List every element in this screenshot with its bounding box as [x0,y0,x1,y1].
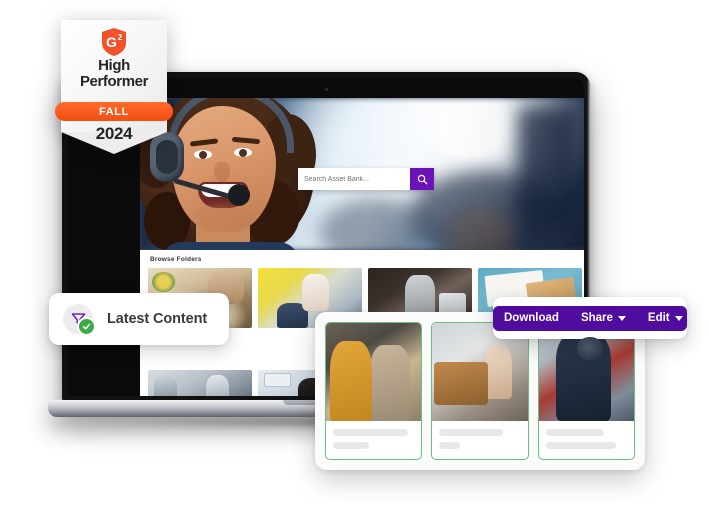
chevron-down-icon [617,315,626,321]
badge-title-line-2: Performer [79,72,149,90]
g2-logo-icon: G 2 [102,28,126,56]
filter-icon-wrap [63,304,96,336]
asset-card-title-placeholder [333,429,408,436]
search-submit-button[interactable] [410,168,434,190]
asset-card-meta [326,421,421,459]
browse-folders-title: Browse Folders [150,256,202,263]
filter-pill-label: Latest Content [107,311,208,327]
download-button-label: Download [504,312,559,324]
share-button-label: Share [580,312,613,324]
asset-card-meta [432,421,527,459]
search-icon [417,174,427,184]
hero-agent-photo [140,98,322,250]
edit-button[interactable]: Edit [636,305,687,331]
asset-card-meta [539,421,634,459]
download-button[interactable]: Download [493,305,570,331]
nose [214,162,230,182]
headset-microphone-icon [228,184,250,206]
badge-title: High Performer [61,58,167,89]
svg-text:G: G [106,34,117,50]
scene: Browse Folders [0,0,709,510]
asset-card[interactable] [431,322,529,460]
check-icon [82,323,91,330]
badge-season-ribbon: FALL [55,102,173,121]
chin-shade [196,204,248,228]
latest-content-filter-pill[interactable]: Latest Content [49,293,229,345]
edit-button-label: Edit [647,312,670,324]
hero-blur-blob [518,107,578,228]
webcam-icon [324,88,328,91]
badge-year: 2024 [95,124,133,143]
share-button[interactable]: Share [569,305,637,331]
asset-card-subtitle-placeholder [545,442,616,449]
asset-card-title-placeholder [439,429,503,436]
chevron-down-icon [674,315,683,321]
hero-banner [140,98,584,250]
g2-high-performer-badge: G 2 High Performer FALL 2024 [55,20,173,154]
shirt [160,242,300,250]
check-circle-icon [77,317,96,336]
svg-text:2: 2 [118,33,123,42]
asset-card-subtitle-placeholder [439,442,461,449]
asset-card-subtitle-placeholder [333,442,369,449]
asset-search-bar[interactable] [298,168,434,190]
asset-card-image [326,323,422,421]
action-button-group: Download Share Edit [493,305,687,331]
asset-card-title-placeholder [545,429,605,436]
asset-card[interactable] [537,322,635,460]
asset-card[interactable] [325,322,423,460]
search-input[interactable] [298,168,410,190]
headset-headband-icon [168,98,294,153]
badge-season-label: FALL [99,105,129,118]
folder-thumbnail[interactable] [148,370,252,396]
badge-title-line-1: High [98,57,130,74]
asset-action-toolbar: Download Share Edit [493,297,687,339]
